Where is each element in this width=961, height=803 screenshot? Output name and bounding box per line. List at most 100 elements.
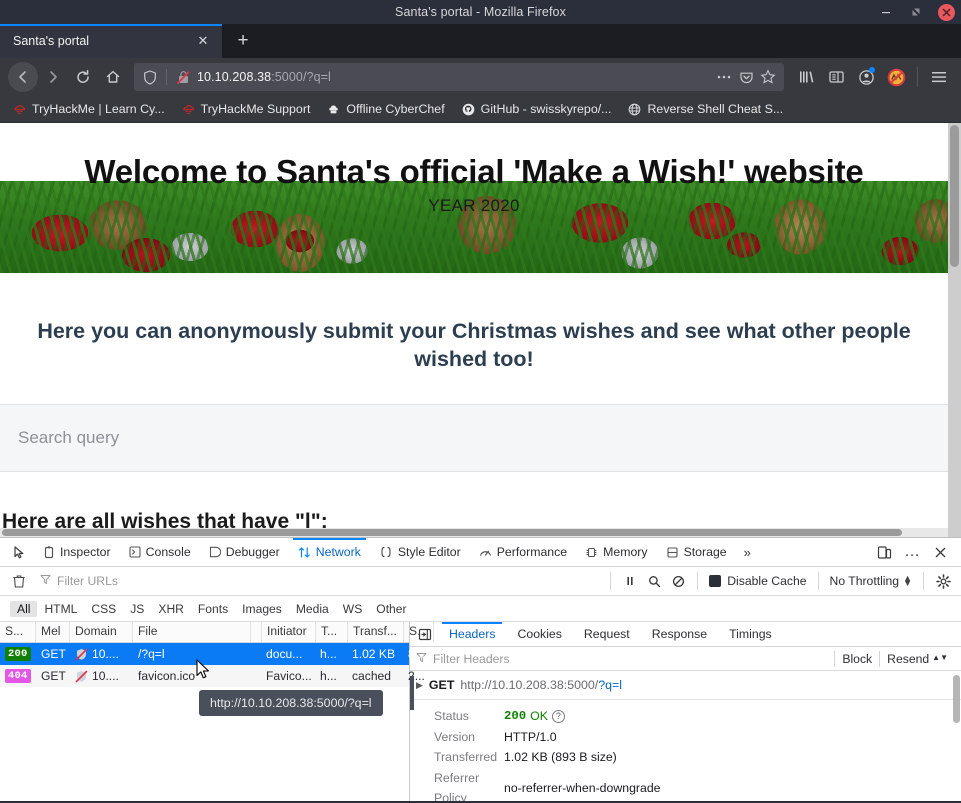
devtools-overflow-icon[interactable]: » <box>736 538 759 566</box>
new-tab-button[interactable]: + <box>222 24 264 58</box>
tab-debugger[interactable]: Debugger <box>200 538 289 566</box>
detail-tab-timings[interactable]: Timings <box>718 622 783 646</box>
bookmark-tryhackme-learn[interactable]: TryHackMe | Learn Cy... <box>6 100 171 119</box>
filter-images[interactable]: Images <box>235 601 289 617</box>
shield-icon[interactable] <box>140 67 160 87</box>
maximize-icon[interactable] <box>908 4 924 20</box>
bookmark-offline-cyberchef[interactable]: Offline CyberChef <box>320 100 450 119</box>
filter-xhr[interactable]: XHR <box>151 601 191 617</box>
throttling-select[interactable]: No Throttling ▲ ▼ <box>826 574 916 588</box>
detail-tab-cookies[interactable]: Cookies <box>506 622 572 646</box>
clear-requests-icon[interactable] <box>6 569 32 593</box>
column-header-type[interactable]: T... <box>316 622 348 642</box>
forward-icon[interactable] <box>38 62 68 92</box>
hero-banner: Welcome to Santa's official 'Make a Wish… <box>0 123 948 273</box>
block-button[interactable]: Block <box>834 650 879 667</box>
expand-triangle-icon[interactable]: ▶ <box>416 680 423 691</box>
filter-html[interactable]: HTML <box>37 601 84 617</box>
search-input[interactable] <box>18 427 930 448</box>
request-summary[interactable]: ▶ GET http://10.10.208.38:5000/?q=l <box>410 671 961 700</box>
tab-memory[interactable]: Memory <box>576 538 656 566</box>
column-header-method[interactable]: Mel <box>36 622 70 642</box>
pause-recording-icon[interactable] <box>618 570 642 592</box>
tab-storage[interactable]: Storage <box>657 538 736 566</box>
column-header-initiator[interactable]: Initiator <box>262 622 316 642</box>
tab-inspector[interactable]: Inspector <box>34 538 120 566</box>
filter-all[interactable]: All <box>10 600 38 617</box>
tab-title: Santa's portal <box>13 34 90 48</box>
browser-tab-santas-portal[interactable]: Santa's portal ✕ <box>0 24 222 58</box>
page-vertical-scrollbar[interactable] <box>948 123 961 537</box>
column-header-size[interactable]: S... <box>404 622 434 642</box>
cell-initiator: Favico... <box>266 669 312 683</box>
back-icon[interactable] <box>8 62 38 92</box>
library-icon[interactable] <box>792 63 820 91</box>
column-header-transferred[interactable]: Transf... <box>348 622 404 642</box>
filter-headers-placeholder[interactable]: Filter Headers <box>433 652 834 666</box>
column-header-domain[interactable]: Domain <box>70 622 133 642</box>
filter-fonts[interactable]: Fonts <box>191 601 235 617</box>
devtools-tabbar-spacer <box>759 538 871 566</box>
tab-performance[interactable]: Performance <box>470 538 576 566</box>
bookmark-github-swisskyrepo[interactable]: GitHub - swisskyrepo/... <box>455 100 618 119</box>
close-icon[interactable] <box>938 3 955 21</box>
cell-file: favicon.ico <box>138 669 196 683</box>
element-picker-icon[interactable] <box>4 538 34 566</box>
block-requests-icon[interactable] <box>666 570 690 592</box>
detail-tab-request[interactable]: Request <box>573 622 641 646</box>
toolbar-divider <box>917 67 918 87</box>
page-horizontal-scroll-thumb[interactable] <box>2 529 902 536</box>
bookmark-reverse-shell-cheat-sheet[interactable]: Reverse Shell Cheat S... <box>621 100 789 119</box>
column-header-status[interactable]: S... <box>0 622 36 642</box>
account-badge-dot <box>869 67 875 73</box>
tryhackme-icon <box>181 102 196 117</box>
home-icon[interactable] <box>98 62 128 92</box>
page-horizontal-scrollbar[interactable] <box>0 528 948 537</box>
bookmark-star-icon[interactable] <box>758 67 778 87</box>
table-row[interactable]: 200 GET 10.... /?q=l docu... h... 1.02 K… <box>0 643 425 665</box>
devtools-close-icon[interactable] <box>927 539 953 565</box>
disable-cache-checkbox[interactable]: Disable Cache <box>705 574 810 588</box>
page-vertical-scroll-thumb[interactable] <box>950 125 959 267</box>
tab-console[interactable]: Console <box>120 538 200 566</box>
search-bar[interactable] <box>0 403 948 472</box>
detail-tab-headers[interactable]: Headers <box>438 622 506 646</box>
noscript-extension-icon[interactable] <box>882 63 910 91</box>
network-settings-gear-icon[interactable] <box>931 570 955 592</box>
header-row-referrer-policy: Referrer Policy no-referrer-when-downgra… <box>410 768 961 802</box>
urlbar-actions <box>714 67 778 87</box>
tab-close-icon[interactable]: ✕ <box>194 32 212 50</box>
minimize-icon[interactable] <box>878 4 894 20</box>
table-row[interactable]: 404 GET 10.... favicon.ico Favico... h..… <box>0 665 425 687</box>
page-actions-icon[interactable] <box>714 67 734 87</box>
detail-tab-response[interactable]: Response <box>641 622 718 646</box>
insecure-connection-icon[interactable] <box>173 67 193 87</box>
filter-css[interactable]: CSS <box>84 601 123 617</box>
resend-button[interactable]: Resend ▲▼ <box>879 650 955 667</box>
pocket-icon[interactable] <box>736 67 756 87</box>
sidebar-icon[interactable] <box>822 63 850 91</box>
filter-other[interactable]: Other <box>369 601 413 617</box>
tab-style-editor[interactable]: Style Editor <box>370 538 470 566</box>
account-icon[interactable] <box>852 63 880 91</box>
cell-initiator: docu... <box>266 647 303 661</box>
filter-js[interactable]: JS <box>123 601 151 617</box>
url-text[interactable]: 10.10.208.38:5000/?q=l <box>197 70 710 84</box>
url-bar[interactable]: 10.10.208.38:5000/?q=l <box>134 63 784 91</box>
cyberchef-icon <box>326 102 341 117</box>
filter-ws[interactable]: WS <box>336 601 369 617</box>
headers-scrollbar-thumb[interactable] <box>953 675 960 723</box>
reload-icon[interactable] <box>68 62 98 92</box>
cell-transferred: cached <box>352 669 391 683</box>
help-icon[interactable]: ? <box>551 709 565 723</box>
summary-method: GET <box>428 678 455 692</box>
responsive-design-mode-icon[interactable] <box>871 539 897 565</box>
filter-urls-input[interactable]: Filter URLs <box>32 572 603 590</box>
column-header-file[interactable]: File <box>133 622 251 642</box>
devtools-more-icon[interactable]: … <box>899 539 925 565</box>
filter-media[interactable]: Media <box>289 601 336 617</box>
bookmark-tryhackme-support[interactable]: TryHackMe Support <box>175 100 317 119</box>
search-icon[interactable] <box>642 570 666 592</box>
tab-network[interactable]: Network <box>289 538 370 566</box>
hamburger-menu-icon[interactable] <box>925 63 953 91</box>
